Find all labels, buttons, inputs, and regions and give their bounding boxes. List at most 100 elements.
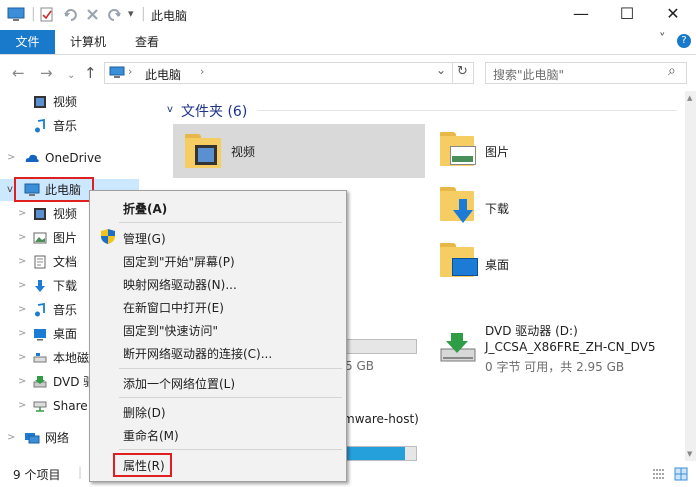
maximize-button[interactable]: ☐ [604,0,650,30]
annotation-highlight-box [113,453,172,477]
folder-label: 下载 [485,202,510,216]
address-bar[interactable]: › 此电脑 › ⌄ ↻ [104,62,474,84]
menu-item-collapse[interactable]: 折叠(A) [123,200,167,217]
recent-locations-icon[interactable]: ⌄ [67,67,75,85]
customize-toolbar-icon[interactable]: ▾ [128,6,134,22]
drive-free-space: 5 GB [345,359,374,373]
expand-chevron-icon[interactable]: > [7,147,15,169]
nav-label: Share [53,399,88,413]
close-button[interactable]: ✕ [650,0,696,30]
menu-separator [119,449,342,450]
breadcrumb-separator[interactable]: › [200,65,204,78]
nav-label: 桌面 [53,327,78,341]
back-arrow-icon[interactable]: ← [12,64,25,82]
music-icon [35,119,45,133]
downloads-folder-icon [440,187,474,223]
folder-label: 桌面 [485,258,510,272]
search-input[interactable]: 搜索"此电脑" ⌕ [485,62,687,84]
expand-chevron-icon[interactable]: > [18,299,26,321]
nav-label: 文档 [53,255,78,269]
menu-item-pin-quick-access[interactable]: 固定到"快速访问" [123,322,218,339]
nav-label: OneDrive [45,151,102,165]
tab-computer[interactable]: 计算机 [62,30,114,54]
context-menu: 折叠(A) 管理(G) 固定到"开始"屏幕(P) 映射网络驱动器(N)... 在… [89,190,347,482]
nav-label: 视频 [53,95,78,109]
help-icon[interactable]: ? [677,34,691,48]
ribbon-expand-icon[interactable]: ˅ [659,32,666,47]
drive-free-space: 0 字节 可用，共 2.95 GB [485,360,625,374]
tab-view[interactable]: 查看 [124,30,170,54]
nav-label: 网络 [45,431,70,445]
menu-item-add-network-location[interactable]: 添加一个网络位置(L) [123,375,235,392]
video-icon [34,208,46,220]
expand-chevron-icon[interactable]: > [18,347,26,369]
folder-tile-downloads[interactable]: 下载 [438,181,678,235]
expand-chevron-icon[interactable]: > [7,427,15,449]
up-arrow-icon[interactable]: ↑ [84,64,97,82]
documents-icon [34,255,46,269]
menu-separator [119,397,342,398]
expand-chevron-icon[interactable]: > [18,275,26,297]
menu-item-delete[interactable]: 删除(D) [123,404,166,421]
menu-item-map-network-drive[interactable]: 映射网络驱动器(N)... [123,276,237,293]
folder-label: 图片 [485,145,510,159]
nav-label: 下载 [53,279,78,293]
folders-group-header[interactable]: 文件夹 (6) [181,101,247,121]
video-folder-icon [185,134,221,168]
undo-icon[interactable] [63,7,78,22]
desktop-folder-icon [440,243,478,277]
scroll-up-icon[interactable]: ▲ [687,94,692,102]
nav-label: 图片 [53,231,78,245]
dvd-drive-icon [440,333,476,362]
vertical-scrollbar[interactable]: ▲ ▼ [685,91,696,461]
forward-arrow-icon[interactable]: → [40,64,53,82]
minimize-button[interactable]: — [558,0,604,30]
drive-tile-dvd[interactable]: DVD 驱动器 (D:) J_CCSA_X86FRE_ZH-CN_DV5 0 字… [438,321,678,377]
folder-tile-videos[interactable]: 视频 [173,124,425,178]
search-placeholder: 搜索"此电脑" [493,68,565,82]
menu-item-pin-start[interactable]: 固定到"开始"屏幕(P) [123,253,235,270]
drive-icon [33,353,47,363]
breadcrumb-separator[interactable]: › [128,65,132,78]
menu-item-disconnect-network-drive[interactable]: 断开网络驱动器的连接(C)... [123,345,272,362]
redo-icon[interactable] [107,7,122,22]
pictures-folder-icon [440,132,476,166]
downloads-icon [35,280,45,292]
uac-shield-icon [101,229,115,244]
group-collapse-chevron-icon[interactable]: v [167,104,173,115]
details-view-icon[interactable] [652,468,666,480]
computer-icon[interactable] [7,7,25,22]
address-dropdown-icon[interactable]: ⌄ [436,63,446,77]
video-icon [34,96,46,108]
menu-item-open-new-window[interactable]: 在新窗口中打开(E) [123,299,224,316]
expand-chevron-icon[interactable]: > [18,251,26,273]
menu-item-rename[interactable]: 重命名(M) [123,427,179,444]
refresh-icon[interactable]: ↻ [457,64,468,79]
expand-chevron-icon[interactable]: > [18,203,26,225]
menu-separator [119,222,342,223]
collapse-chevron-icon[interactable]: v [7,179,13,201]
breadcrumb-thispc[interactable]: 此电脑 [145,66,181,83]
annotation-highlight-box [14,177,94,202]
network-icon [25,433,40,444]
expand-chevron-icon[interactable]: > [18,323,26,345]
dvd-icon [33,376,47,388]
expand-chevron-icon[interactable]: > [18,371,26,393]
search-icon[interactable]: ⌕ [668,63,676,79]
onedrive-icon [25,154,39,162]
large-icons-view-icon[interactable] [674,467,688,481]
folder-tile-desktop[interactable]: 桌面 [438,237,678,291]
menu-separator [119,368,342,369]
expand-chevron-icon[interactable]: > [18,395,26,417]
properties-icon[interactable] [39,7,54,22]
title-bar: | ▾ | 此电脑 — ☐ ✕ [0,0,696,31]
menu-item-manage[interactable]: 管理(G) [123,230,166,247]
folder-tile-pictures[interactable]: 图片 [438,124,678,178]
divider [452,63,453,83]
delete-icon[interactable] [86,8,99,21]
network-drive-name: mware-host) [343,412,419,426]
expand-chevron-icon[interactable]: > [18,227,26,249]
tab-file[interactable]: 文件 [0,30,55,54]
drive-name: DVD 驱动器 (D:) [485,324,578,338]
scroll-down-icon[interactable]: ▼ [687,450,692,458]
